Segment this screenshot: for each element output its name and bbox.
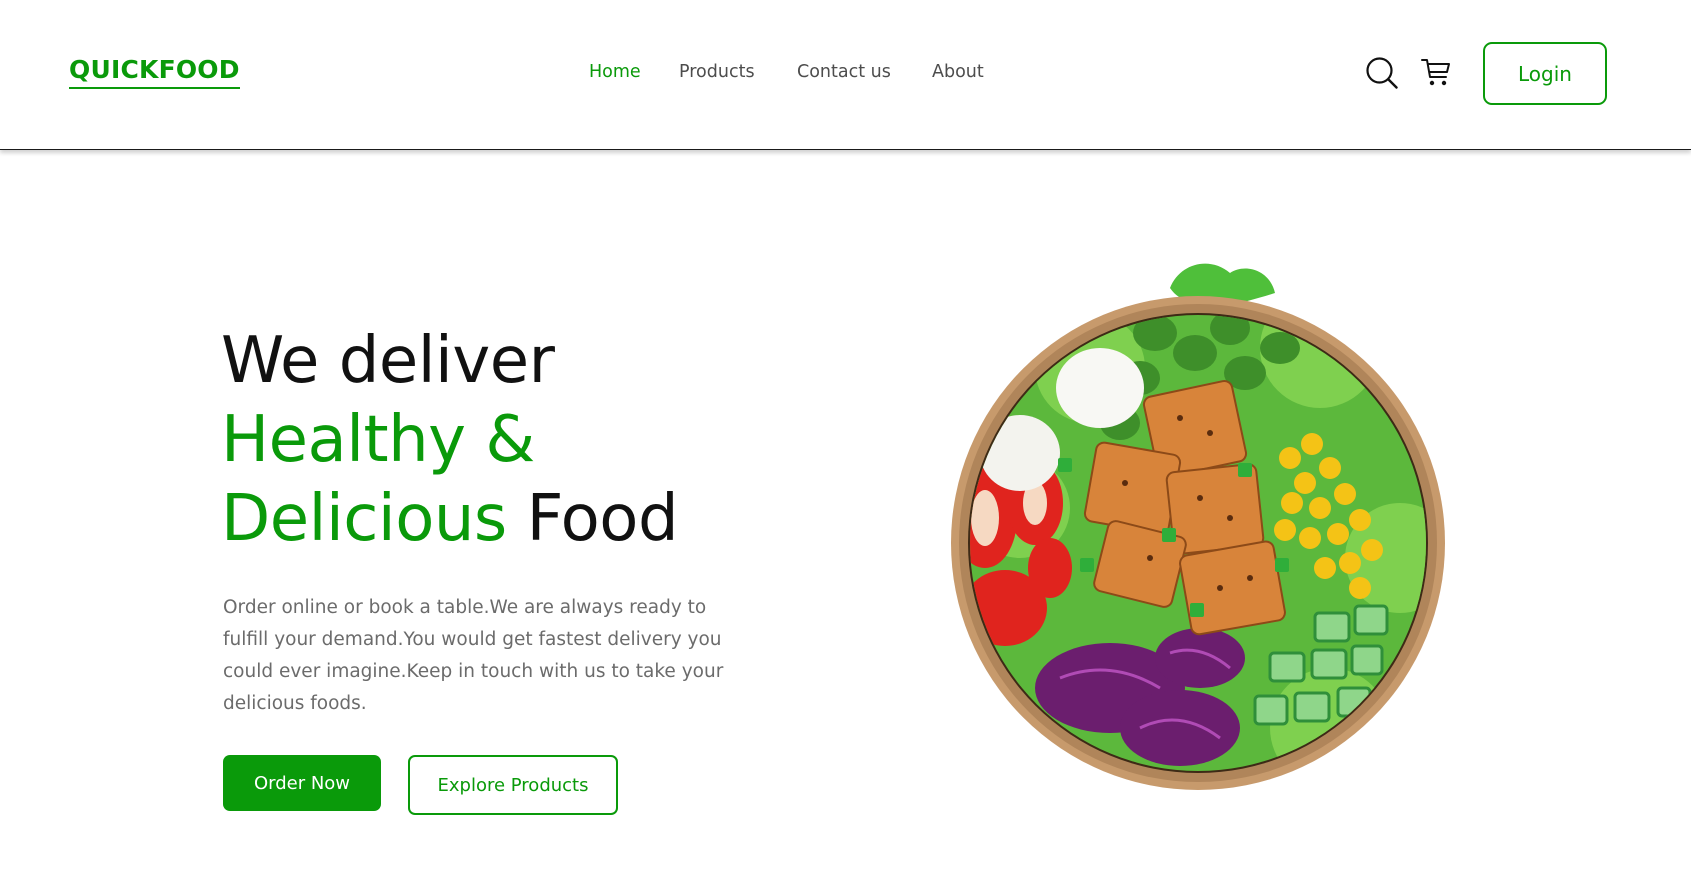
nav-about[interactable]: About bbox=[932, 62, 984, 82]
hero-title-line1: We deliver bbox=[221, 324, 555, 398]
explore-products-button[interactable]: Explore Products bbox=[408, 755, 618, 815]
site-header: QUICKFOOD Home Products Contact us About… bbox=[0, 0, 1691, 150]
hero-title-highlight: Delicious bbox=[221, 482, 507, 556]
hero-title-line2: Healthy & bbox=[221, 403, 535, 477]
order-now-button[interactable]: Order Now bbox=[223, 755, 381, 811]
nav-contact-us[interactable]: Contact us bbox=[797, 62, 891, 82]
hero-description: Order online or book a table.We are alwa… bbox=[223, 597, 724, 714]
search-icon bbox=[1366, 57, 1398, 89]
nav-products[interactable]: Products bbox=[679, 62, 755, 82]
salad-bowl-image bbox=[951, 263, 1445, 790]
cart-button[interactable] bbox=[1420, 56, 1452, 92]
cart-icon bbox=[1421, 59, 1450, 86]
search-button[interactable] bbox=[1365, 56, 1399, 94]
login-button[interactable]: Login bbox=[1483, 42, 1607, 105]
hero-title: We deliver Healthy & Delicious Food bbox=[221, 322, 679, 559]
hero-title-line3-rest: Food bbox=[506, 482, 679, 556]
site-logo[interactable]: QUICKFOOD bbox=[69, 54, 240, 89]
nav-home[interactable]: Home bbox=[589, 62, 641, 82]
